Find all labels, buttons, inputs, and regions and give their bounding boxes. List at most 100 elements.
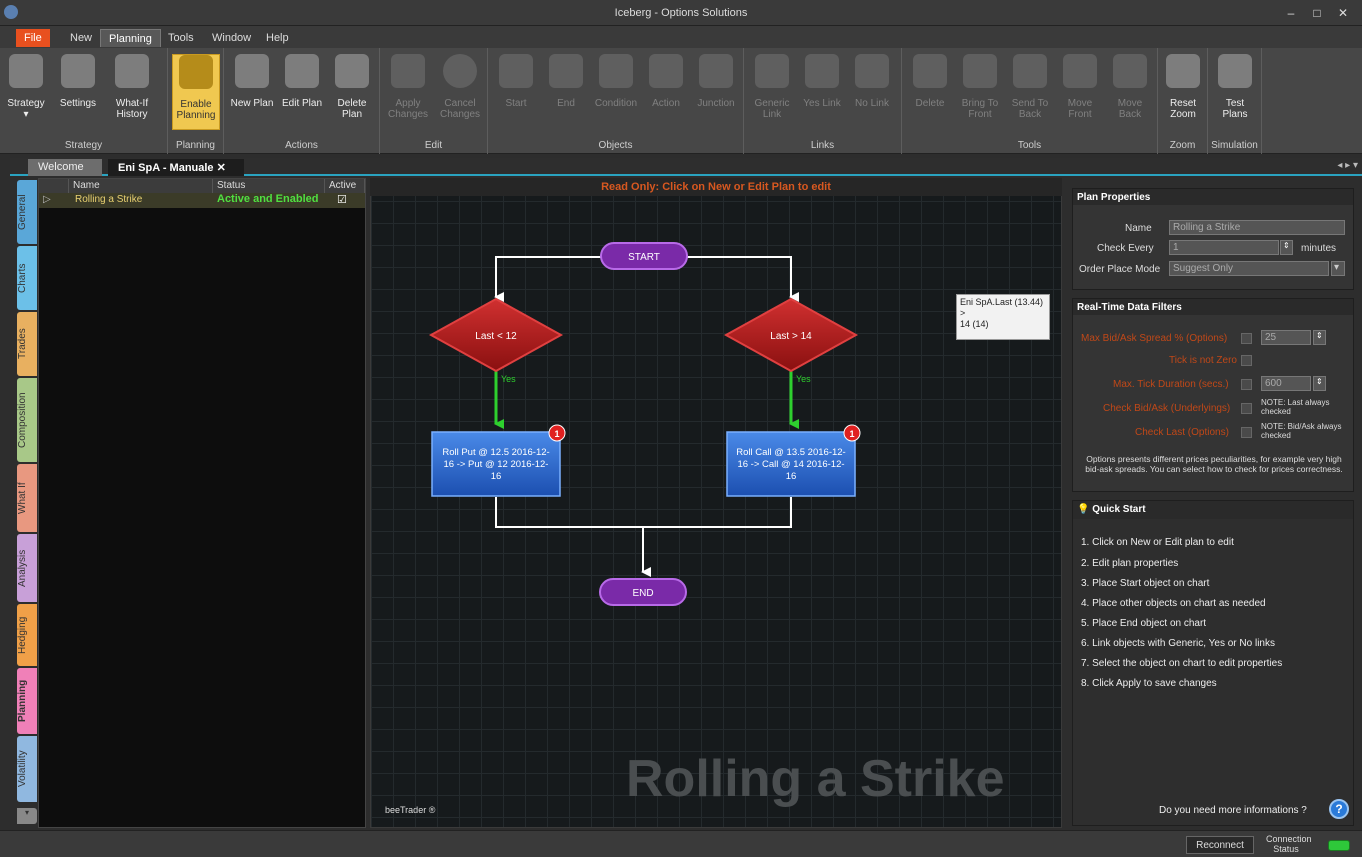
check-bidask-checkbox[interactable] bbox=[1241, 403, 1252, 414]
condition-object-button[interactable]: Condition bbox=[592, 54, 640, 130]
menu-tools[interactable]: Tools bbox=[160, 29, 202, 47]
row-status: Active and Enabled bbox=[217, 193, 319, 205]
reconnect-button[interactable]: Reconnect bbox=[1186, 836, 1254, 854]
group-label-strategy: Strategy bbox=[64, 140, 103, 151]
side-tab-planning[interactable]: Planning bbox=[17, 668, 37, 734]
side-tab-composition[interactable]: Composition bbox=[17, 378, 37, 462]
move-back-button[interactable]: Move Back bbox=[1106, 54, 1154, 130]
svg-text:Roll Call @ 13.5 2016-12-: Roll Call @ 13.5 2016-12- bbox=[736, 447, 845, 458]
group-label-objects: Objects bbox=[598, 140, 633, 151]
maximize-button[interactable]: □ bbox=[1308, 5, 1326, 21]
junction-object-button[interactable]: Junction bbox=[692, 54, 740, 130]
row-expander-icon[interactable]: ▷ bbox=[43, 194, 51, 205]
action-node-left[interactable]: Roll Put @ 12.5 2016-12- 16 -> Put @ 12 … bbox=[431, 424, 566, 497]
max-tick-checkbox[interactable] bbox=[1241, 379, 1252, 390]
generic-link-button[interactable]: Generic Link bbox=[748, 54, 796, 130]
strategy-button[interactable]: Strategy ▾ bbox=[2, 54, 50, 130]
ribbon-group-zoom: Reset Zoom Zoom bbox=[1158, 48, 1208, 154]
side-tab-general[interactable]: General bbox=[17, 180, 37, 244]
yes-label-right: Yes bbox=[796, 374, 811, 384]
action-object-button[interactable]: Action bbox=[642, 54, 690, 130]
scroll-down-icon[interactable]: ▾ bbox=[17, 808, 37, 824]
max-spread-checkbox[interactable] bbox=[1241, 333, 1252, 344]
cancel-changes-button[interactable]: Cancel Changes bbox=[436, 54, 484, 130]
end-node[interactable]: END bbox=[599, 578, 687, 606]
quick-start-step: 1. Click on New or Edit plan to edit bbox=[1081, 537, 1234, 548]
tab-nav-arrows[interactable]: ◂ ▸ ▾ bbox=[1337, 160, 1358, 171]
tab-welcome[interactable]: Welcome bbox=[28, 159, 102, 176]
delete-plan-button[interactable]: Delete Plan bbox=[328, 54, 376, 130]
end-object-button[interactable]: End bbox=[542, 54, 590, 130]
check-every-stepper[interactable]: ⇕ bbox=[1280, 240, 1293, 255]
action-node-right[interactable]: Roll Call @ 13.5 2016-12- 16 -> Call @ 1… bbox=[726, 424, 861, 497]
link-start-left bbox=[494, 256, 601, 302]
condition-node-right[interactable]: Last > 14 bbox=[723, 297, 859, 373]
reset-zoom-button[interactable]: Reset Zoom bbox=[1159, 54, 1207, 130]
check-last-checkbox[interactable] bbox=[1241, 427, 1252, 438]
settings-button[interactable]: Settings bbox=[54, 54, 102, 130]
grid-header-active[interactable]: Active bbox=[325, 179, 365, 193]
quick-start-header: 💡 Quick Start bbox=[1073, 501, 1353, 519]
help-icon[interactable]: ? bbox=[1329, 799, 1349, 819]
side-tabs: General Charts Trades Composition What I… bbox=[16, 178, 38, 828]
side-tab-volatility[interactable]: Volatility bbox=[17, 736, 37, 802]
group-label-links: Links bbox=[810, 140, 835, 151]
links bbox=[494, 256, 799, 577]
side-tab-analysis[interactable]: Analysis bbox=[17, 534, 37, 602]
test-plans-button[interactable]: Test Plans bbox=[1211, 54, 1259, 130]
delete-icon bbox=[913, 54, 947, 88]
max-spread-field[interactable]: 25 bbox=[1261, 330, 1311, 345]
settings-icon bbox=[61, 54, 95, 88]
max-tick-stepper[interactable]: ⇕ bbox=[1313, 376, 1326, 391]
menu-new[interactable]: New bbox=[62, 29, 100, 47]
tick-not-zero-label: Tick is not Zero bbox=[1169, 355, 1237, 366]
edit-plan-button[interactable]: Edit Plan bbox=[278, 54, 326, 130]
side-tab-trades[interactable]: Trades bbox=[17, 312, 37, 376]
new-plan-button[interactable]: New Plan bbox=[228, 54, 276, 130]
max-tick-field[interactable]: 600 bbox=[1261, 376, 1311, 391]
move-front-button[interactable]: Move Front bbox=[1056, 54, 1104, 130]
link-junction bbox=[495, 497, 792, 528]
ribbon-group-planning: Enable Planning Planning bbox=[168, 48, 224, 154]
delete-object-button[interactable]: Delete bbox=[906, 54, 954, 130]
name-field[interactable]: Rolling a Strike bbox=[1169, 220, 1345, 235]
yes-link-button[interactable]: Yes Link bbox=[798, 54, 846, 130]
menu-help[interactable]: Help bbox=[258, 29, 297, 47]
tick-not-zero-checkbox[interactable] bbox=[1241, 355, 1252, 366]
order-mode-select[interactable]: Suggest Only bbox=[1169, 261, 1329, 276]
reset-zoom-icon bbox=[1166, 54, 1200, 88]
menu-file[interactable]: File bbox=[16, 29, 50, 47]
side-tab-what-if[interactable]: What If bbox=[17, 464, 37, 532]
condition-tooltip: Eni SpA.Last (13.44) > 14 (14) bbox=[956, 294, 1050, 340]
table-row[interactable]: ▷ Rolling a Strike Active and Enabled ☑ bbox=[39, 193, 365, 208]
bring-to-front-button[interactable]: Bring To Front bbox=[956, 54, 1004, 130]
grid-header-blank bbox=[39, 179, 69, 193]
start-node[interactable]: START bbox=[600, 242, 688, 270]
tab-eni-spa-manuale[interactable]: Eni SpA - Manuale ✕ bbox=[108, 159, 244, 176]
row-active-checkbox[interactable]: ☑ bbox=[337, 193, 347, 206]
menu-window[interactable]: Window bbox=[204, 29, 259, 47]
no-link-button[interactable]: No Link bbox=[848, 54, 896, 130]
chevron-down-icon[interactable]: ▾ bbox=[1331, 261, 1345, 276]
send-to-back-button[interactable]: Send To Back bbox=[1006, 54, 1054, 130]
tooltip-line-1: Eni SpA.Last (13.44) bbox=[960, 297, 1044, 307]
start-object-button[interactable]: Start bbox=[492, 54, 540, 130]
check-every-field[interactable]: 1 bbox=[1169, 240, 1279, 255]
side-tab-charts[interactable]: Charts bbox=[17, 246, 37, 310]
group-label-tools: Tools bbox=[1017, 140, 1042, 151]
minimize-button[interactable]: – bbox=[1282, 5, 1300, 21]
condition-node-left[interactable]: Last < 12 bbox=[428, 297, 564, 373]
ribbon-group-simulation: Test Plans Simulation bbox=[1208, 48, 1262, 154]
menu-planning[interactable]: Planning bbox=[100, 29, 161, 47]
apply-changes-button[interactable]: Apply Changes bbox=[384, 54, 432, 130]
help-prompt[interactable]: Do you need more informations ? bbox=[1159, 805, 1307, 816]
grid-header-name[interactable]: Name bbox=[69, 179, 213, 193]
minutes-label: minutes bbox=[1301, 243, 1337, 254]
close-button[interactable]: ✕ bbox=[1334, 5, 1352, 21]
what-if-history-button[interactable]: What-If History bbox=[108, 54, 156, 130]
enable-planning-button[interactable]: Enable Planning bbox=[172, 54, 220, 130]
flow-canvas[interactable]: START Last < 12 Last > 14 Yes Yes Roll P… bbox=[370, 178, 1062, 828]
side-tab-hedging[interactable]: Hedging bbox=[17, 604, 37, 666]
max-spread-stepper[interactable]: ⇕ bbox=[1313, 330, 1326, 345]
grid-header-status[interactable]: Status bbox=[213, 179, 325, 193]
